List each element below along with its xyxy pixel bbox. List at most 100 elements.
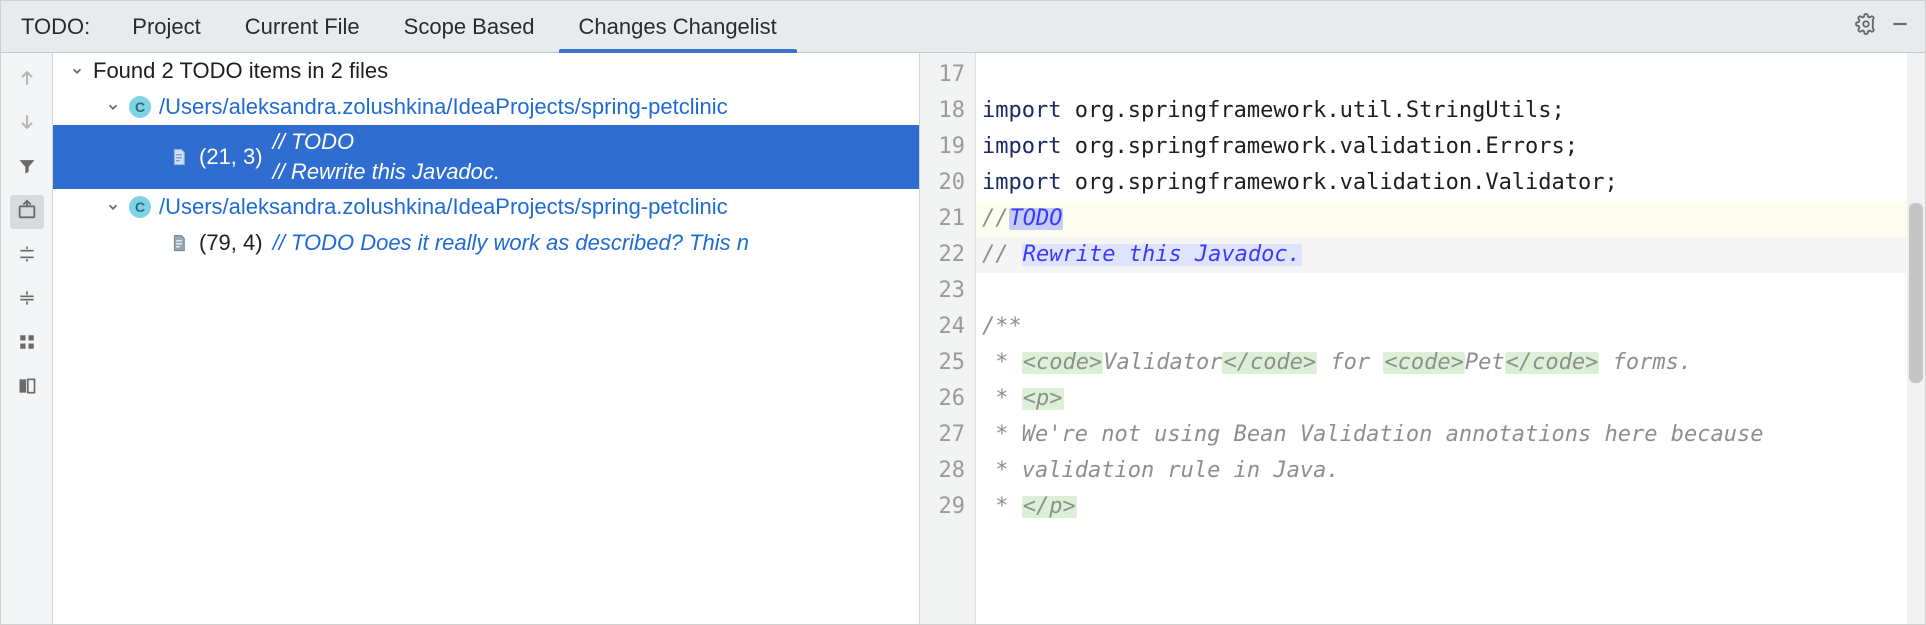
code-line[interactable]: [976, 57, 1925, 93]
code-segment: import: [982, 136, 1075, 158]
collapse-all-icon: [17, 288, 37, 313]
line-number: 20: [920, 165, 965, 201]
line-number: 21: [920, 201, 965, 237]
expand-all-button[interactable]: [10, 239, 44, 273]
code-segment: </code>: [1505, 352, 1600, 374]
code-line[interactable]: /**: [976, 309, 1925, 345]
code-segment: *: [982, 388, 1022, 410]
tab-scope-based[interactable]: Scope Based: [382, 1, 557, 52]
code-segment: for: [1317, 352, 1383, 374]
tree-todo-item[interactable]: (79, 4) // TODO Does it really work as d…: [53, 225, 919, 261]
minimize-icon: [1890, 14, 1910, 40]
line-number: 26: [920, 381, 965, 417]
panel-title: TODO:: [1, 14, 110, 40]
class-icon: C: [129, 96, 151, 118]
arrow-up-icon: [17, 68, 37, 93]
code-segment: import: [982, 172, 1075, 194]
code-segment: <code>: [1383, 352, 1464, 374]
vertical-scrollbar[interactable]: [1907, 53, 1925, 624]
autoscroll-button[interactable]: [10, 195, 44, 229]
code-segment: import: [982, 100, 1075, 122]
group-by-icon: [18, 333, 36, 356]
code-segment: /**: [982, 316, 1022, 338]
file-icon: [169, 147, 189, 167]
line-number: 22: [920, 237, 965, 273]
code-segment: //: [982, 208, 1009, 230]
collapse-all-button[interactable]: [10, 283, 44, 317]
preview-icon: [17, 376, 37, 401]
prev-todo-button[interactable]: [10, 63, 44, 97]
code-line[interactable]: [976, 273, 1925, 309]
code-segment: <p>: [1022, 388, 1064, 410]
code-line[interactable]: * <code>Validator</code> for <code>Pet</…: [976, 345, 1925, 381]
code-line[interactable]: * <p>: [976, 381, 1925, 417]
todo-text-line: // TODO Does it really work as described…: [273, 230, 749, 256]
side-toolbar: [1, 53, 53, 624]
code-segment: forms.: [1599, 352, 1692, 374]
code-segment: //: [982, 244, 1022, 266]
preview-toggle-button[interactable]: [10, 371, 44, 405]
editor-gutter: 17181920212223242526272829: [920, 53, 976, 624]
tab-label: Changes Changelist: [579, 14, 777, 40]
code-line[interactable]: import org.springframework.util.StringUt…: [976, 93, 1925, 129]
todo-text-line: // Rewrite this Javadoc.: [273, 157, 500, 187]
tree-file-row[interactable]: C /Users/aleksandra.zolushkina/IdeaProje…: [53, 89, 919, 125]
code-segment: *: [982, 496, 1022, 518]
tab-project[interactable]: Project: [110, 1, 222, 52]
expand-all-icon: [17, 244, 37, 269]
code-line[interactable]: * </p>: [976, 489, 1925, 525]
line-number: 24: [920, 309, 965, 345]
code-segment: </p>: [1022, 496, 1077, 518]
todo-location: (21, 3): [199, 144, 263, 170]
tab-label: Scope Based: [404, 14, 535, 40]
code-line[interactable]: * validation rule in Java.: [976, 453, 1925, 489]
code-line[interactable]: * We're not using Bean Validation annota…: [976, 417, 1925, 453]
todo-tabbar: TODO: Project Current File Scope Based C…: [1, 1, 1925, 53]
tree-file-path: /Users/aleksandra.zolushkina/IdeaProject…: [159, 194, 728, 220]
filter-button[interactable]: [10, 151, 44, 185]
todo-text-line: // TODO: [273, 127, 500, 157]
settings-button[interactable]: [1849, 10, 1883, 44]
arrow-down-icon: [17, 112, 37, 137]
code-segment: *: [982, 352, 1022, 374]
code-line[interactable]: import org.springframework.validation.Va…: [976, 165, 1925, 201]
code-segment: Pet: [1465, 352, 1505, 374]
tab-label: Project: [132, 14, 200, 40]
class-icon: C: [129, 196, 151, 218]
hide-button[interactable]: [1883, 10, 1917, 44]
line-number: 18: [920, 93, 965, 129]
line-number: 19: [920, 129, 965, 165]
line-number: 27: [920, 417, 965, 453]
tree-summary-text: Found 2 TODO items in 2 files: [93, 58, 388, 84]
code-segment: * validation rule in Java.: [982, 460, 1340, 482]
chevron-down-icon: [103, 97, 123, 117]
filter-icon: [17, 156, 37, 181]
file-icon: [169, 233, 189, 253]
code-segment: * We're not using Bean Validation annota…: [982, 424, 1763, 446]
line-number: 17: [920, 57, 965, 93]
code-segment: Rewrite this Javadoc.: [1022, 244, 1302, 266]
tree-file-row[interactable]: C /Users/aleksandra.zolushkina/IdeaProje…: [53, 189, 919, 225]
scrollbar-thumb[interactable]: [1909, 203, 1923, 383]
code-line[interactable]: import org.springframework.validation.Er…: [976, 129, 1925, 165]
code-line[interactable]: //TODO: [976, 201, 1925, 237]
tab-changes-changelist[interactable]: Changes Changelist: [557, 1, 799, 52]
next-todo-button[interactable]: [10, 107, 44, 141]
tab-current-file[interactable]: Current File: [223, 1, 382, 52]
tree-todo-item[interactable]: (21, 3) // TODO // Rewrite this Javadoc.: [53, 125, 919, 189]
code-segment: </code>: [1222, 352, 1317, 374]
editor-lines[interactable]: import org.springframework.util.StringUt…: [976, 53, 1925, 624]
code-segment: <code>: [1022, 352, 1103, 374]
editor-preview: 17181920212223242526272829 import org.sp…: [920, 53, 1925, 624]
tree-summary-row[interactable]: Found 2 TODO items in 2 files: [53, 53, 919, 89]
group-by-button[interactable]: [10, 327, 44, 361]
code-segment: org.springframework.validation.Validator…: [1075, 172, 1618, 194]
code-segment: TODO: [1009, 208, 1064, 230]
code-line[interactable]: // Rewrite this Javadoc.: [976, 237, 1925, 273]
tab-label: Current File: [245, 14, 360, 40]
line-number: 29: [920, 489, 965, 525]
todo-tree: Found 2 TODO items in 2 files C /Users/a…: [53, 53, 920, 624]
tree-file-path: /Users/aleksandra.zolushkina/IdeaProject…: [159, 94, 728, 120]
line-number: 28: [920, 453, 965, 489]
line-number: 25: [920, 345, 965, 381]
